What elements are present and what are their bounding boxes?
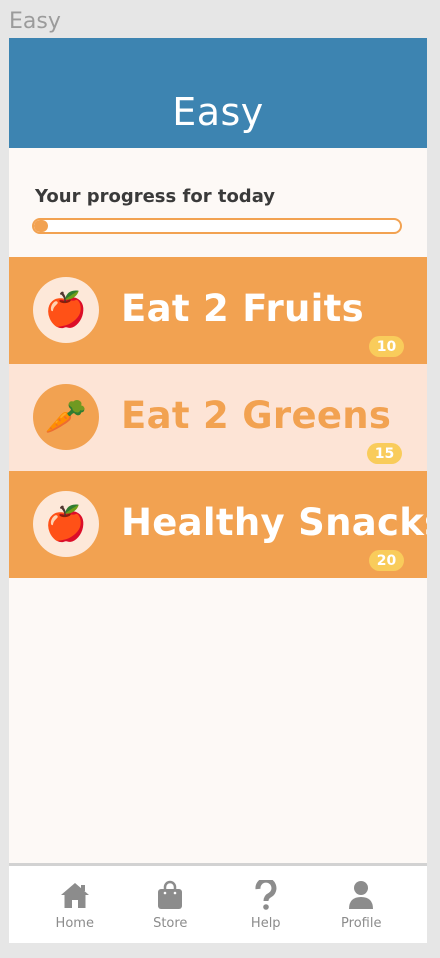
task-title: Eat 2 Greens — [121, 394, 392, 437]
bottom-navigation: Home Store Help Profile — [9, 863, 427, 943]
task-eat-2-greens[interactable]: 🥕 Eat 2 Greens 15 — [9, 364, 427, 471]
progress-bar-fill — [34, 220, 48, 232]
progress-label: Your progress for today — [35, 186, 276, 207]
nav-item-store[interactable]: Store — [130, 880, 210, 931]
task-eat-2-fruits[interactable]: 🍎 Eat 2 Fruits 10 — [9, 257, 427, 364]
shopping-bag-icon — [157, 880, 183, 910]
task-healthy-snacks[interactable]: 🍎 Healthy Snacks 20 — [9, 471, 427, 578]
progress-bar — [32, 218, 402, 234]
nav-label-profile: Profile — [341, 916, 382, 931]
app-screen: Easy Your progress for today 🍎 Eat 2 Fru… — [9, 38, 427, 943]
nav-label-home: Home — [55, 916, 94, 931]
apple-icon: 🍎 — [33, 491, 99, 557]
nav-item-profile[interactable]: Profile — [321, 880, 401, 931]
user-icon — [348, 880, 374, 910]
points-badge: 10 — [369, 336, 404, 357]
points-badge: 15 — [367, 443, 402, 464]
apple-icon: 🍎 — [33, 277, 99, 343]
carrot-icon: 🥕 — [33, 384, 99, 450]
nav-item-home[interactable]: Home — [35, 880, 115, 931]
task-title: Eat 2 Fruits — [121, 287, 364, 330]
nav-label-help: Help — [250, 916, 281, 931]
page-title: Easy — [172, 90, 264, 134]
header: Easy — [9, 38, 427, 148]
progress-section: Your progress for today — [9, 148, 427, 257]
task-title: Healthy Snacks — [121, 501, 427, 544]
window-title: Easy — [9, 9, 61, 34]
question-mark-icon — [255, 880, 277, 910]
nav-item-help[interactable]: Help — [226, 880, 306, 931]
nav-label-store: Store — [153, 916, 188, 931]
points-badge: 20 — [369, 550, 404, 571]
home-icon — [60, 880, 90, 910]
